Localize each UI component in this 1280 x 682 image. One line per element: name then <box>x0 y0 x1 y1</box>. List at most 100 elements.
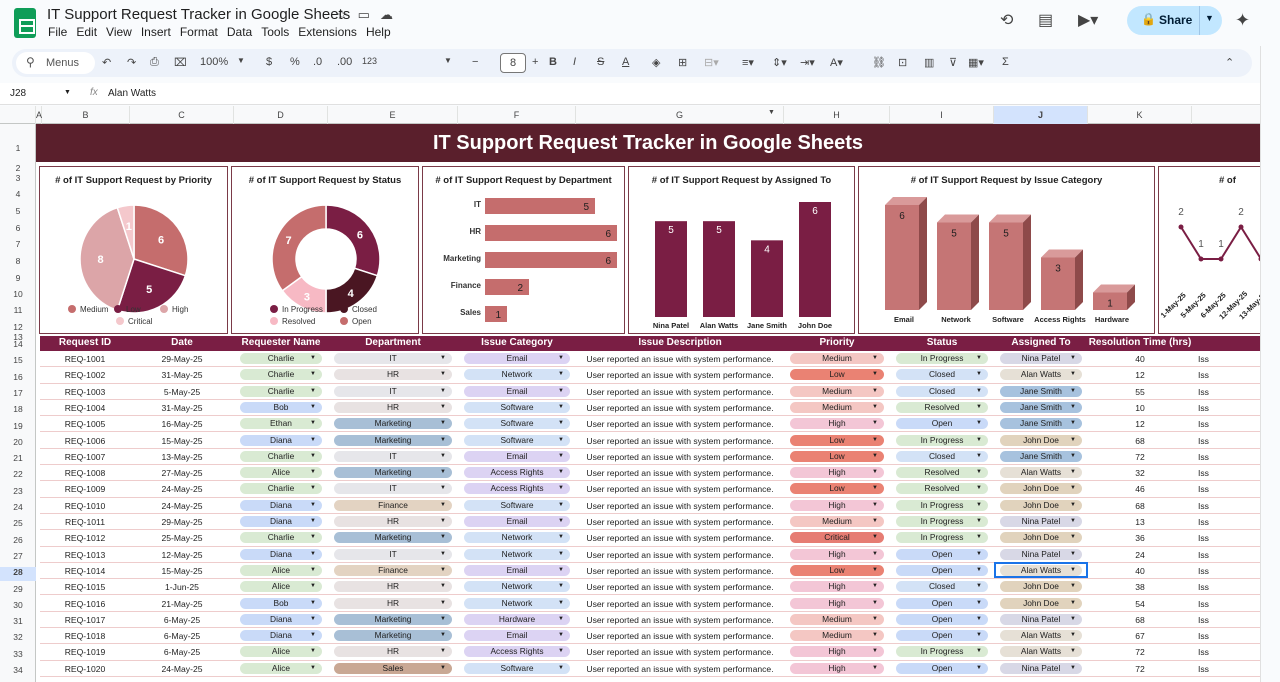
table-cell[interactable]: Iss <box>1198 354 1260 364</box>
row-header[interactable]: 14 <box>0 339 36 349</box>
document-title[interactable]: IT Support Request Tracker in Google She… <box>47 6 350 23</box>
currency-button[interactable]: $ <box>266 56 272 68</box>
chevron-down-icon[interactable]: ▼ <box>976 598 982 609</box>
chevron-down-icon[interactable]: ▼ <box>976 565 982 576</box>
dropdown-chip[interactable]: Charlie ▼ <box>240 385 322 397</box>
fill-color-icon[interactable]: ◈ <box>652 56 660 69</box>
row-header[interactable]: 29 <box>0 584 36 594</box>
chevron-down-icon[interactable]: ▼ <box>1070 451 1076 462</box>
table-row[interactable]: REQ-1001 29-May-25 Charlie ▼ IT ▼ Email ▼ User r… <box>40 351 1260 368</box>
dropdown-chip[interactable]: Alan Watts ▼ <box>1000 646 1082 658</box>
chevron-down-icon[interactable]: ▼ <box>1070 467 1076 478</box>
star-icon[interactable]: ☆ <box>336 7 358 22</box>
table-cell[interactable]: 31-May-25 <box>130 370 234 380</box>
row-header[interactable]: 16 <box>0 372 36 382</box>
dropdown-chip[interactable]: Ethan ▼ <box>240 418 322 430</box>
history-icon[interactable]: ⟲ <box>1000 10 1013 30</box>
table-cell[interactable]: Iss <box>1198 647 1260 657</box>
chevron-down-icon[interactable]: ▼ <box>440 483 446 494</box>
chevron-down-icon[interactable]: ▼ <box>440 532 446 543</box>
table-cell[interactable]: REQ-1004 <box>40 403 130 413</box>
chevron-down-icon[interactable]: ▼ <box>310 516 316 527</box>
chevron-down-icon[interactable]: ▼ <box>872 369 878 380</box>
dropdown-chip[interactable]: HR ▼ <box>334 516 452 527</box>
chevron-down-icon[interactable]: ▼ <box>310 418 316 429</box>
chevron-down-icon[interactable]: ▼ <box>1070 500 1076 511</box>
chevron-down-icon[interactable]: ▼ <box>976 451 982 462</box>
chevron-down-icon[interactable]: ▼ <box>976 483 982 494</box>
row-header[interactable]: 11 <box>0 305 36 315</box>
decrease-font-icon[interactable]: − <box>472 56 478 68</box>
table-cell[interactable]: 38 <box>1088 582 1192 592</box>
chevron-down-icon[interactable]: ▼ <box>440 402 446 413</box>
chevron-down-icon[interactable]: ▼ <box>440 565 446 576</box>
row-header[interactable]: 30 <box>0 600 36 610</box>
table-cell[interactable]: User reported an issue with system perfo… <box>576 403 784 413</box>
chevron-down-icon[interactable]: ▼ <box>558 402 564 413</box>
chevron-down-icon[interactable]: ▼ <box>976 467 982 478</box>
dropdown-chip[interactable]: High ▼ <box>790 467 884 479</box>
row-header[interactable]: 15 <box>0 355 36 365</box>
chart-department[interactable]: # of IT Support Request by Department IT… <box>422 166 625 334</box>
row-header[interactable]: 2 <box>0 163 36 173</box>
chevron-down-icon[interactable]: ▼ <box>310 646 316 657</box>
table-cell[interactable]: 12 <box>1088 370 1192 380</box>
chevron-down-icon[interactable]: ▼ <box>1070 418 1076 429</box>
col-header-g[interactable]: G <box>576 106 784 124</box>
table-cell[interactable]: User reported an issue with system perfo… <box>576 582 784 592</box>
dropdown-chip[interactable]: High ▼ <box>790 662 884 674</box>
table-cell[interactable]: REQ-1012 <box>40 533 130 543</box>
dropdown-chip[interactable]: Marketing ▼ <box>334 613 452 625</box>
table-cell[interactable]: REQ-1011 <box>40 517 130 527</box>
dropdown-chip[interactable]: Closed ▼ <box>896 369 988 381</box>
chevron-down-icon[interactable]: ▼ <box>440 630 446 641</box>
dropdown-chip[interactable]: High ▼ <box>790 548 884 560</box>
menu-help[interactable]: Help <box>366 25 391 39</box>
borders-icon[interactable]: ⊞ <box>678 56 687 69</box>
dropdown-chip[interactable]: Software ▼ <box>464 434 570 446</box>
dropdown-chip[interactable]: Open ▼ <box>896 630 988 642</box>
chevron-down-icon[interactable]: ▼ <box>1070 369 1076 380</box>
chevron-down-icon[interactable]: ▼ <box>976 663 982 674</box>
chevron-down-icon[interactable]: ▼ <box>872 598 878 609</box>
dropdown-chip[interactable]: Resolved ▼ <box>896 467 988 479</box>
table-cell[interactable]: 13 <box>1088 517 1192 527</box>
chevron-down-icon[interactable]: ▼ <box>872 353 878 364</box>
table-cell[interactable]: 10 <box>1088 403 1192 413</box>
table-cell[interactable]: 29-May-25 <box>130 517 234 527</box>
dropdown-chip[interactable]: High ▼ <box>790 499 884 511</box>
dropdown-chip[interactable]: Network ▼ <box>464 581 570 593</box>
table-cell[interactable]: 12-May-25 <box>130 550 234 560</box>
row-header[interactable]: 21 <box>0 453 36 463</box>
dropdown-chip[interactable]: Diana ▼ <box>240 434 322 446</box>
chevron-down-icon[interactable]: ▼ <box>1070 386 1076 397</box>
table-cell[interactable]: Iss <box>1198 452 1260 462</box>
chevron-down-icon[interactable]: ▼ <box>440 369 446 380</box>
chevron-down-icon[interactable]: ▼ <box>976 630 982 641</box>
dropdown-chip[interactable]: Software ▼ <box>464 662 570 674</box>
chevron-down-icon[interactable]: ▼ <box>310 435 316 446</box>
chevron-down-icon[interactable]: ▼ <box>872 516 878 527</box>
chevron-down-icon[interactable]: ▼ <box>440 614 446 625</box>
decrease-decimal-button[interactable]: .0 <box>313 56 322 68</box>
dropdown-chip[interactable]: Alice ▼ <box>240 467 322 479</box>
table-row[interactable]: REQ-1009 24-May-25 Charlie ▼ IT ▼ Access Right… <box>40 481 1260 498</box>
chevron-down-icon[interactable]: ▼ <box>558 451 564 462</box>
chevron-down-icon[interactable]: ▼ <box>310 630 316 641</box>
table-cell[interactable]: 24-May-25 <box>130 484 234 494</box>
insert-chart-icon[interactable]: ▥ <box>924 56 934 69</box>
sheet-grid[interactable]: IT Support Request Tracker in Google She… <box>36 124 1260 682</box>
chevron-down-icon[interactable]: ▼ <box>1070 435 1076 446</box>
row-header[interactable]: 1 <box>0 143 36 153</box>
dropdown-chip[interactable]: Hardware ▼ <box>464 613 570 625</box>
font-family-select[interactable]: ▼ <box>444 56 452 65</box>
table-cell[interactable]: REQ-1007 <box>40 452 130 462</box>
dropdown-chip[interactable]: Medium ▼ <box>790 353 884 364</box>
table-cell[interactable]: REQ-1020 <box>40 664 130 674</box>
filter-icon[interactable]: ⊽ <box>949 56 957 69</box>
table-cell[interactable]: 6-May-25 <box>130 647 234 657</box>
chevron-down-icon[interactable]: ▼ <box>976 581 982 592</box>
chevron-down-icon[interactable]: ▼ <box>558 663 564 674</box>
table-cell[interactable]: User reported an issue with system perfo… <box>576 419 784 429</box>
dropdown-chip[interactable]: Marketing ▼ <box>334 418 452 430</box>
